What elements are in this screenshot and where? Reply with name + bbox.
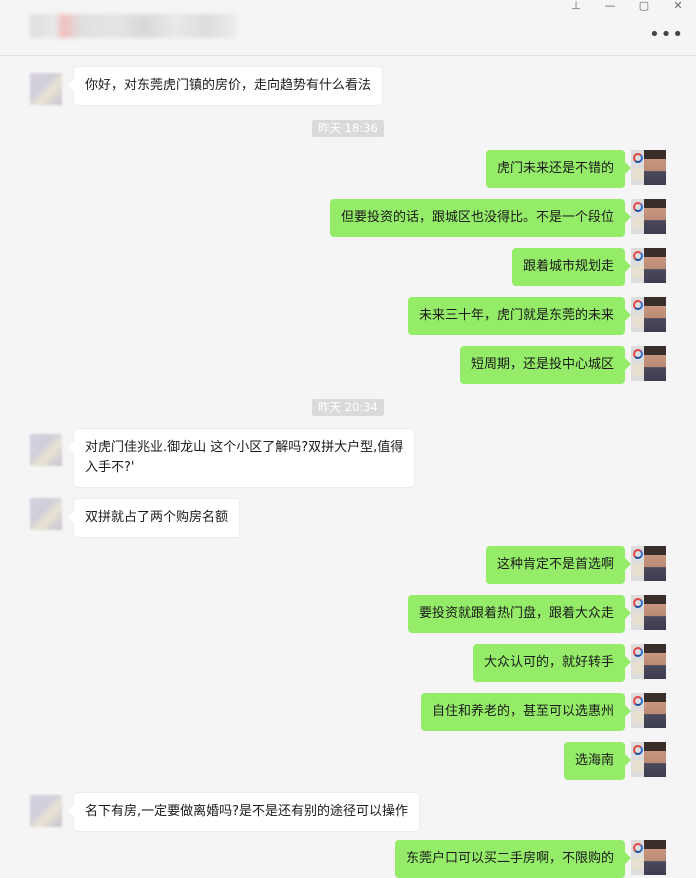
pin-icon[interactable]: ⊥ [566,0,586,12]
contact-name-blurred [30,14,238,38]
logo-icon [633,647,643,657]
user-avatar[interactable] [631,693,666,728]
user-avatar[interactable] [631,840,666,875]
chat-message-area[interactable]: 你好，对东莞虎门镇的房价，走向趋势有什么看法 昨天 18:36 虎门未来还是不错… [0,56,696,878]
contact-avatar[interactable] [30,434,62,466]
sent-message-bubble[interactable]: 大众认可的，就好转手 [472,644,632,682]
user-avatar[interactable] [631,546,666,581]
title-bar: ⊥ — ▢ ✕ ••• [0,0,696,56]
logo-icon [633,251,643,261]
logo-icon [633,843,643,853]
user-avatar[interactable] [631,346,666,381]
logo-icon [633,598,643,608]
logo-icon [633,202,643,212]
close-button[interactable]: ✕ [668,0,688,12]
logo-icon [633,349,643,359]
contact-avatar[interactable] [30,498,62,530]
received-message-bubble[interactable]: 名下有房,一定要做离婚吗?是不是还有别的途径可以操作 [67,792,421,832]
maximize-button[interactable]: ▢ [634,0,654,12]
sent-message-bubble[interactable]: 未来三十年，虎门就是东莞的未来 [407,297,632,335]
user-avatar[interactable] [631,248,666,283]
logo-icon [633,696,643,706]
sent-message-bubble[interactable]: 这种肯定不是首选啊 [485,546,632,584]
sent-message-bubble[interactable]: 虎门未来还是不错的 [485,150,632,188]
user-avatar[interactable] [631,297,666,332]
logo-icon [633,300,643,310]
sent-message-bubble[interactable]: 但要投资的话，跟城区也没得比。不是一个段位 [329,199,632,237]
sent-message-bubble[interactable]: 东莞户口可以买二手房啊，不限购的 [394,840,632,878]
user-avatar[interactable] [631,199,666,234]
logo-icon [633,745,643,755]
user-avatar[interactable] [631,150,666,185]
received-message-bubble[interactable]: 你好，对东莞虎门镇的房价，走向趋势有什么看法 [67,66,384,106]
user-avatar[interactable] [631,644,666,679]
sent-message-bubble[interactable]: 跟着城市规划走 [511,248,632,286]
sent-message-bubble[interactable]: 短周期，还是投中心城区 [459,346,632,384]
user-avatar[interactable] [631,595,666,630]
received-message-bubble[interactable]: 对虎门佳兆业.御龙山 这个小区了解吗?双拼大户型,值得 入手不?' [67,428,416,488]
timestamp: 昨天 20:34 [312,399,384,416]
user-avatar[interactable] [631,742,666,777]
logo-icon [633,153,643,163]
timestamp: 昨天 18:36 [312,120,384,137]
contact-avatar[interactable] [30,73,62,105]
sent-message-bubble[interactable]: 选海南 [563,742,632,780]
received-message-bubble[interactable]: 双拼就占了两个购房名额 [67,498,241,538]
more-options-icon[interactable]: ••• [649,26,684,44]
logo-icon [633,549,643,559]
minimize-button[interactable]: — [600,0,620,12]
contact-avatar[interactable] [30,795,62,827]
sent-message-bubble[interactable]: 要投资就跟着热门盘，跟着大众走 [407,595,632,633]
sent-message-bubble[interactable]: 自住和养老的，甚至可以选惠州 [420,693,632,731]
